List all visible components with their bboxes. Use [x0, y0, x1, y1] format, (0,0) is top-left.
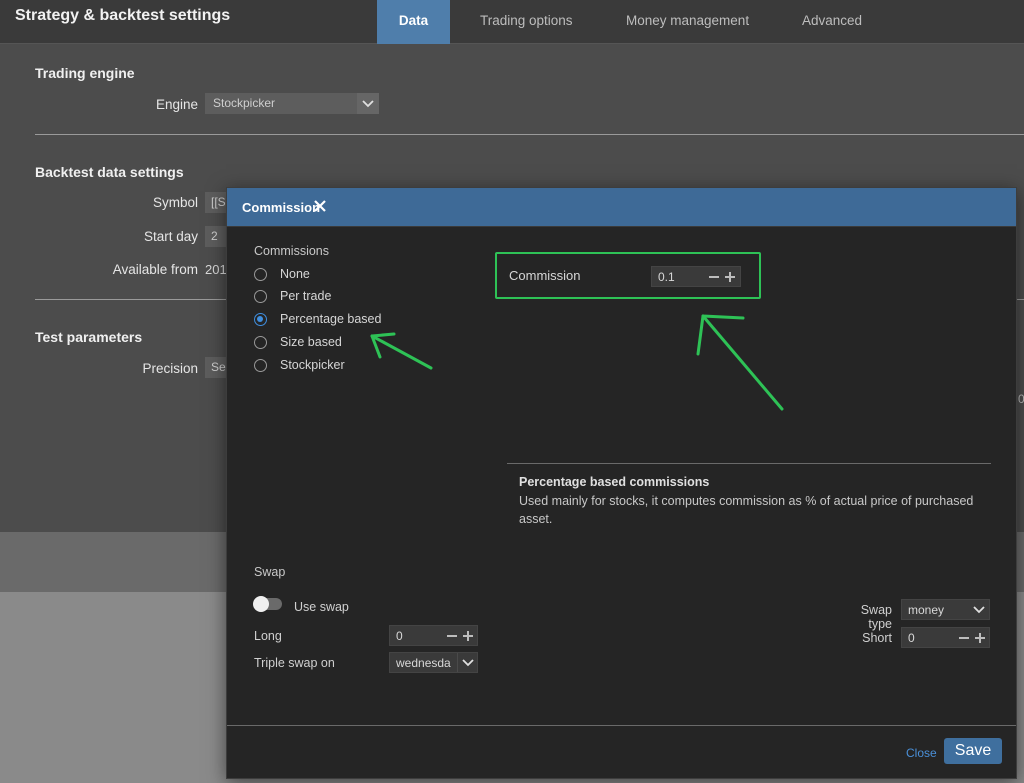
long-value: 0 [396, 629, 403, 643]
dialog-header: Commission [227, 188, 1016, 226]
section-title-trading-engine: Trading engine [35, 65, 135, 81]
header-divider [227, 226, 1016, 227]
radio-option-stockpicker[interactable]: Stockpicker [254, 355, 345, 375]
close-icon[interactable] [312, 198, 328, 214]
radio-option-none[interactable]: None [254, 264, 310, 284]
swap-type-select[interactable]: money [901, 599, 990, 620]
footer-divider [227, 725, 1016, 726]
minus-icon[interactable] [959, 637, 969, 639]
minus-icon[interactable] [709, 276, 719, 278]
radio-button[interactable] [254, 289, 267, 303]
page: Strategy & backtest settings Data Tradin… [0, 0, 1024, 783]
radio-label: Per trade [280, 289, 332, 303]
triple-swap-value: wednesda [396, 656, 451, 670]
radio-option-size-based[interactable]: Size based [254, 332, 342, 352]
section-divider [35, 134, 1024, 135]
tab-advanced[interactable]: Advanced [782, 0, 882, 44]
tab-trading-options[interactable]: Trading options [460, 0, 593, 44]
swap-group-label: Swap [254, 565, 286, 579]
description-text: Used mainly for stocks, it computes comm… [519, 494, 974, 526]
long-label: Long [254, 629, 282, 643]
radio-label: Percentage based [280, 312, 382, 326]
commission-dialog: Commission Commissions None Per trade Pe… [226, 187, 1017, 779]
description-divider [507, 463, 991, 464]
use-swap-toggle[interactable] [253, 596, 282, 612]
available-from-value: 201 [205, 262, 227, 277]
commissions-group-label: Commissions [254, 244, 330, 258]
radio-option-percentage-based[interactable]: Percentage based [254, 309, 381, 329]
short-value: 0 [908, 631, 915, 645]
top-bar: Strategy & backtest settings Data Tradin… [0, 0, 1024, 44]
triple-swap-label: Triple swap on [254, 656, 335, 670]
toggle-knob [253, 596, 269, 612]
plus-icon[interactable] [729, 272, 731, 282]
plus-icon[interactable] [979, 633, 981, 643]
plus-icon[interactable] [467, 631, 469, 641]
dialog-title: Commission [242, 200, 321, 215]
chevron-down-icon [457, 653, 477, 672]
tab-money-management[interactable]: Money management [606, 0, 769, 44]
radio-button[interactable] [254, 335, 267, 349]
radio-label: Size based [280, 335, 342, 349]
short-label: Short [862, 631, 892, 645]
engine-select[interactable]: Stockpicker [205, 93, 379, 114]
minus-icon[interactable] [447, 635, 457, 637]
section-title-backtest-data: Backtest data settings [35, 164, 184, 180]
commission-field-highlight: Commission 0.1 [495, 252, 761, 299]
available-from-label: Available from [112, 262, 198, 277]
commission-label: Commission [509, 268, 581, 283]
triple-swap-select[interactable]: wednesda [389, 652, 478, 673]
tab-data[interactable]: Data [377, 0, 450, 44]
section-title-test-parameters: Test parameters [35, 329, 143, 345]
radio-option-per-trade[interactable]: Per trade [254, 286, 331, 306]
radio-label: None [280, 267, 310, 281]
radio-label: Stockpicker [280, 358, 345, 372]
start-day-label: Start day [143, 229, 198, 244]
chevron-down-icon [969, 600, 989, 619]
close-link[interactable]: Close [906, 746, 937, 760]
swap-type-label: Swap type [860, 603, 892, 631]
radio-button-selected[interactable] [254, 312, 267, 326]
short-stepper[interactable]: 0 [901, 627, 990, 648]
description-title: Percentage based commissions [519, 475, 710, 489]
partial-value: 0 [1018, 392, 1024, 406]
precision-label: Precision [142, 361, 198, 376]
use-swap-label: Use swap [294, 600, 349, 614]
chevron-down-icon [357, 93, 379, 114]
long-stepper[interactable]: 0 [389, 625, 478, 646]
radio-button[interactable] [254, 358, 267, 372]
symbol-label: Symbol [152, 195, 198, 210]
app-title: Strategy & backtest settings [15, 7, 231, 24]
radio-button[interactable] [254, 267, 267, 281]
commission-value: 0.1 [658, 270, 675, 284]
commission-stepper[interactable]: 0.1 [651, 266, 741, 287]
swap-type-value: money [908, 603, 945, 617]
engine-select-value: Stockpicker [213, 96, 276, 110]
save-button[interactable]: Save [944, 738, 1002, 764]
engine-label: Engine [155, 97, 198, 112]
